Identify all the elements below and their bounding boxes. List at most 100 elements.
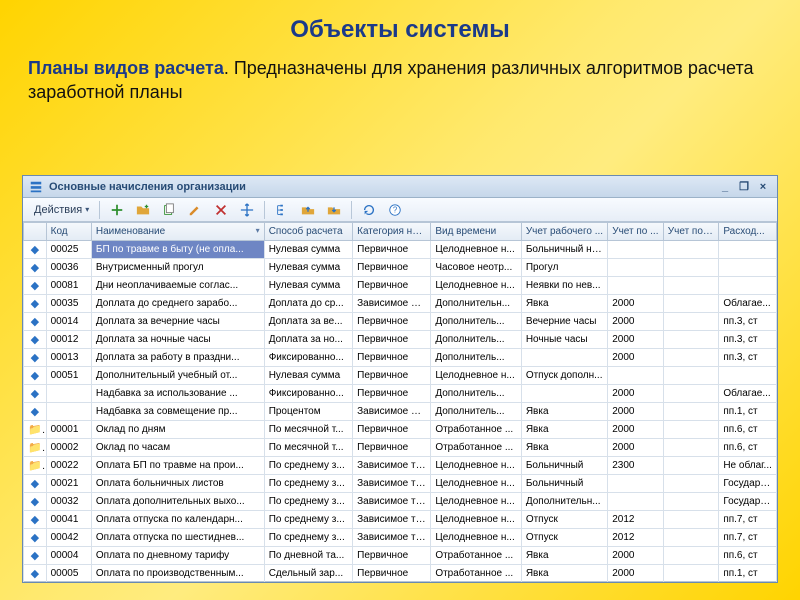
table-row[interactable]: ◆00021Оплата больничных листовПо среднем…	[24, 475, 777, 493]
tree-icon	[275, 203, 289, 217]
close-button[interactable]: ×	[755, 180, 771, 194]
delete-button[interactable]	[209, 200, 233, 220]
column-header[interactable]	[24, 223, 47, 241]
cell	[663, 331, 719, 349]
cell	[663, 349, 719, 367]
add-group-button[interactable]	[131, 200, 155, 220]
cell: Первичное	[353, 385, 431, 403]
table-row[interactable]: ◆00036Внутрисменный прогулНулевая суммаП…	[24, 259, 777, 277]
cell	[663, 475, 719, 493]
cell: Фиксированно...	[264, 385, 352, 403]
cell: Внутрисменный прогул	[91, 259, 264, 277]
actions-menu[interactable]: Действия▾	[29, 200, 94, 220]
level-down-button[interactable]	[322, 200, 346, 220]
column-header[interactable]: Код	[46, 223, 91, 241]
help-icon: ?	[388, 203, 402, 217]
data-grid[interactable]: КодНаименование▾Способ расчетаКатегория …	[23, 222, 777, 582]
row-icon-cell: 📁	[24, 421, 47, 439]
cell: Доплата за работу в праздни...	[91, 349, 264, 367]
column-header[interactable]: Расход...	[719, 223, 777, 241]
cell: Зависимое пе...	[353, 295, 431, 313]
table-row[interactable]: ◆00042Оплата отпуска по шестиднев...По с…	[24, 529, 777, 547]
column-header[interactable]: Наименование▾	[91, 223, 264, 241]
cell	[663, 313, 719, 331]
cell: По среднему з...	[264, 529, 352, 547]
hierarchy-toggle[interactable]	[270, 200, 294, 220]
item-icon: ◆	[31, 532, 39, 544]
cell: 00025	[46, 241, 91, 259]
level-up-button[interactable]	[296, 200, 320, 220]
item-icon: ◆	[31, 352, 39, 364]
refresh-button[interactable]	[357, 200, 381, 220]
column-header[interactable]: Способ расчета	[264, 223, 352, 241]
column-header[interactable]: Учет рабочего ...	[521, 223, 607, 241]
cell: Доплата за ночные часы	[91, 331, 264, 349]
column-header[interactable]: Вид времени	[431, 223, 522, 241]
folder-icon: 📁	[28, 442, 46, 454]
copy-button[interactable]	[157, 200, 181, 220]
table-row[interactable]: ◆00005Оплата по производственным...Сдель…	[24, 565, 777, 583]
table-row[interactable]: 📁00001Оклад по днямПо месячной т...Перви…	[24, 421, 777, 439]
help-button[interactable]: ?	[383, 200, 407, 220]
cell: Больничный не...	[521, 241, 607, 259]
plus-icon	[110, 203, 124, 217]
cell: 2012	[608, 529, 664, 547]
table-row[interactable]: ◆Надбавка за совмещение пр...ПроцентомЗа…	[24, 403, 777, 421]
row-icon-cell: ◆	[24, 565, 47, 583]
table-row[interactable]: ◆00004Оплата по дневному тарифуПо дневно…	[24, 547, 777, 565]
cell	[663, 241, 719, 259]
minimize-button[interactable]: _	[717, 180, 733, 194]
table-row[interactable]: 📁00002Оклад по часамПо месячной т...Перв…	[24, 439, 777, 457]
cell: 00036	[46, 259, 91, 277]
cell: Отпуск	[521, 511, 607, 529]
cell: Явка	[521, 421, 607, 439]
restore-button[interactable]: ❐	[736, 180, 752, 194]
subtitle-lead: Планы видов расчета	[28, 58, 224, 78]
cell: Целодневное н...	[431, 511, 522, 529]
cell: По месячной т...	[264, 439, 352, 457]
cell: 2000	[608, 421, 664, 439]
table-row[interactable]: ◆00014Доплата за вечерние часыДоплата за…	[24, 313, 777, 331]
column-header[interactable]: Категория начи...	[353, 223, 431, 241]
app-icon	[29, 180, 43, 194]
cell: Не облаг...	[719, 457, 777, 475]
table-row[interactable]: ◆00025БП по травме в быту (не опла...Нул…	[24, 241, 777, 259]
cell: 2000	[608, 331, 664, 349]
cell: Неявки по нев...	[521, 277, 607, 295]
cell: Оклад по часам	[91, 439, 264, 457]
cell: Явка	[521, 439, 607, 457]
cell: 00001	[46, 421, 91, 439]
table-row[interactable]: ◆00012Доплата за ночные часыДоплата за н…	[24, 331, 777, 349]
table-row[interactable]: ◆00041Оплата отпуска по календарн...По с…	[24, 511, 777, 529]
table-row[interactable]: ◆00081Дни неоплачиваемые соглас...Нулева…	[24, 277, 777, 295]
cell: Доплата до среднего зарабо...	[91, 295, 264, 313]
row-icon-cell: ◆	[24, 331, 47, 349]
table-row[interactable]: ◆00051Дополнительный учебный от...Нулева…	[24, 367, 777, 385]
table-row[interactable]: ◆00013Доплата за работу в праздни...Фикс…	[24, 349, 777, 367]
cell	[663, 457, 719, 475]
row-icon-cell: ◆	[24, 385, 47, 403]
folder-icon: 📁	[28, 424, 46, 436]
titlebar[interactable]: Основные начисления организации _ ❐ ×	[23, 176, 777, 198]
column-header[interactable]: Учет по ...	[608, 223, 664, 241]
edit-button[interactable]	[183, 200, 207, 220]
table-row[interactable]: ◆00035Доплата до среднего зарабо...Допла…	[24, 295, 777, 313]
table-row[interactable]: ◆Надбавка за использование ...Фиксирован…	[24, 385, 777, 403]
move-button[interactable]	[235, 200, 259, 220]
table-row[interactable]: 📁00022Оплата БП по травме на прои...По с…	[24, 457, 777, 475]
column-header[interactable]: Учет по Е...	[663, 223, 719, 241]
cell: Оплата отпуска по шестиднев...	[91, 529, 264, 547]
row-icon-cell: ◆	[24, 547, 47, 565]
cell	[719, 259, 777, 277]
pencil-icon	[188, 203, 202, 217]
table-row[interactable]: ◆00032Оплата дополнительных выхо...По ср…	[24, 493, 777, 511]
row-icon-cell: ◆	[24, 295, 47, 313]
add-button[interactable]	[105, 200, 129, 220]
folder-down-icon	[327, 203, 341, 217]
item-icon: ◆	[31, 316, 39, 328]
cell: Первичное	[353, 241, 431, 259]
cell: Зависимое пе...	[353, 403, 431, 421]
cell: Отпуск дополн...	[521, 367, 607, 385]
cell	[521, 385, 607, 403]
sort-indicator-icon: ▾	[256, 226, 260, 235]
